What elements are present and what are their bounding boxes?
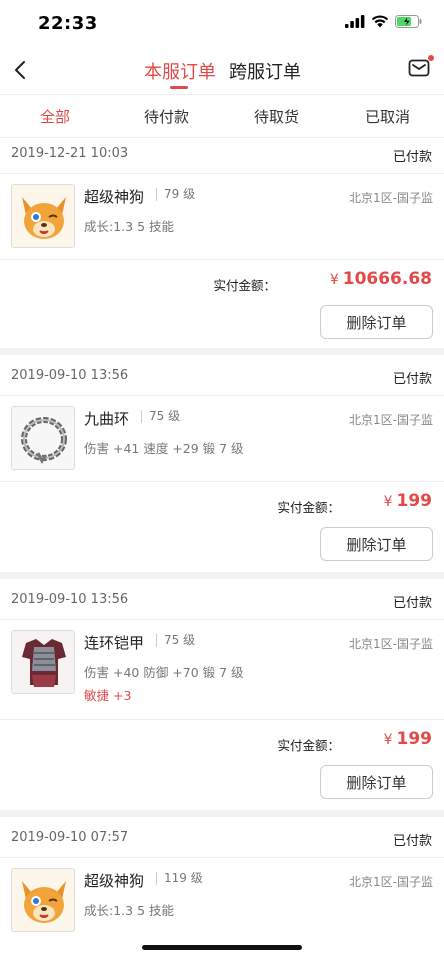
order-status: 已付款: [392, 596, 432, 611]
order-status: 已付款: [392, 372, 432, 387]
order-card: 2019-09-10 13:56 已付款 九曲环 75 级 北京1区-国子监 伤…: [0, 360, 444, 570]
order-item[interactable]: 九曲环 75 级 北京1区-国子监 伤害 +41 速度 +29 锻 7 级: [0, 396, 444, 482]
order-card: 2019-09-10 07:57 已付款 超级神狗 119 级 北京1区-国子监…: [0, 822, 444, 944]
order-time: 2019-09-10 13:56: [11, 368, 129, 383]
paid-amount: ¥199: [384, 729, 432, 749]
paid-amount-value: 10666.68: [342, 269, 432, 289]
chevron-left-icon: [15, 61, 25, 79]
payment-row: 实付金额： ¥10666.68 删除订单: [0, 260, 444, 348]
item-attributes: 成长:1.3 5 技能: [84, 903, 174, 918]
dog-pet-thumbnail: [11, 184, 75, 248]
paid-amount: ¥199: [384, 491, 432, 511]
item-server: 北京1区-国子监: [349, 637, 433, 651]
order-header: 2019-09-10 07:57 已付款: [0, 822, 444, 858]
battery-icon: [395, 15, 422, 28]
item-level: 75 级: [156, 634, 195, 647]
ring-item-thumbnail: [11, 406, 75, 470]
order-card: 2019-09-10 13:56 已付款 连环铠甲 75 级 北京1区-国子监 …: [0, 584, 444, 808]
paid-amount-label: 实付金额：: [277, 738, 340, 753]
back-button[interactable]: [6, 56, 34, 84]
item-level: 75 级: [141, 410, 180, 423]
paid-amount-label: 实付金额：: [213, 278, 276, 293]
status-bar: 22:33: [0, 0, 444, 48]
paid-amount-label: 实付金额：: [277, 500, 340, 515]
delete-order-button[interactable]: 删除订单: [320, 765, 433, 799]
order-card: 2019-12-21 10:03 已付款 超级神狗 79 级 北京1区-国子监 …: [0, 138, 444, 348]
currency-symbol: ¥: [383, 494, 393, 510]
order-item[interactable]: 超级神狗 119 级 北京1区-国子监 成长:1.3 5 技能: [0, 858, 444, 944]
item-server: 北京1区-国子监: [349, 413, 433, 427]
order-time: 2019-09-10 13:56: [11, 592, 129, 607]
tab-active-indicator: [170, 86, 188, 89]
message-button[interactable]: [408, 55, 434, 82]
signal-icon: [345, 15, 365, 28]
dog-icon: [12, 869, 74, 931]
order-header: 2019-12-21 10:03 已付款: [0, 138, 444, 174]
item-name: 九曲环: [84, 410, 130, 428]
wifi-icon: [371, 15, 389, 28]
unread-dot: [428, 55, 434, 61]
currency-symbol: ¥: [383, 732, 393, 748]
nav-header: 本服订单 跨服订单: [0, 48, 444, 94]
section-gap: [0, 810, 444, 817]
order-status: 已付款: [392, 150, 432, 165]
item-server: 北京1区-国子监: [349, 875, 433, 889]
tab-cross-server-orders[interactable]: 跨服订单: [229, 58, 301, 84]
delete-order-button[interactable]: 删除订单: [320, 527, 433, 561]
item-attributes: 伤害 +41 速度 +29 锻 7 级: [84, 441, 244, 456]
item-name: 超级神狗: [84, 188, 145, 206]
dog-icon: [12, 185, 74, 247]
item-attributes: 伤害 +40 防御 +70 锻 7 级: [84, 665, 244, 680]
payment-row: 实付金额： ¥199 删除订单: [0, 720, 444, 808]
order-time: 2019-09-10 07:57: [11, 830, 129, 845]
tab-local-orders[interactable]: 本服订单: [144, 58, 216, 84]
order-header: 2019-09-10 13:56 已付款: [0, 360, 444, 396]
order-item[interactable]: 超级神狗 79 级 北京1区-国子监 成长:1.3 5 技能: [0, 174, 444, 260]
section-gap: [0, 572, 444, 579]
item-name: 连环铠甲: [84, 634, 145, 652]
dog-pet-thumbnail: [11, 868, 75, 932]
payment-row: 实付金额： ¥199 删除订单: [0, 482, 444, 570]
item-server: 北京1区-国子监: [349, 191, 433, 205]
home-indicator: [142, 945, 302, 950]
item-level: 119 级: [156, 872, 203, 885]
status-icons: [345, 15, 422, 28]
paid-amount: ¥10666.68: [330, 269, 432, 289]
filter-all[interactable]: 全部: [40, 106, 70, 127]
item-attributes: 成长:1.3 5 技能: [84, 219, 174, 234]
order-time: 2019-12-21 10:03: [11, 146, 129, 161]
filter-pending-pickup[interactable]: 待取货: [254, 106, 299, 127]
ring-icon: [12, 407, 74, 469]
paid-amount-value: 199: [396, 729, 433, 749]
currency-symbol: ¥: [329, 272, 339, 288]
order-item[interactable]: 连环铠甲 75 级 北京1区-国子监 伤害 +40 防御 +70 锻 7 级 敏…: [0, 620, 444, 720]
filter-pending-payment[interactable]: 待付款: [144, 106, 189, 127]
item-bonus-attribute: 敏捷 +3: [84, 688, 132, 703]
armor-item-thumbnail: [11, 630, 75, 694]
section-gap: [0, 348, 444, 355]
delete-order-button[interactable]: 删除订单: [320, 305, 433, 339]
paid-amount-value: 199: [396, 491, 433, 511]
item-level: 79 级: [156, 188, 195, 201]
item-name: 超级神狗: [84, 872, 145, 890]
filter-cancelled[interactable]: 已取消: [365, 106, 410, 127]
status-time: 22:33: [38, 13, 98, 34]
mail-icon: [408, 59, 430, 77]
filter-tabs: 全部 待付款 待取货 已取消: [0, 94, 444, 138]
armor-icon: [12, 631, 74, 693]
order-header: 2019-09-10 13:56 已付款: [0, 584, 444, 620]
order-status: 已付款: [392, 834, 432, 849]
